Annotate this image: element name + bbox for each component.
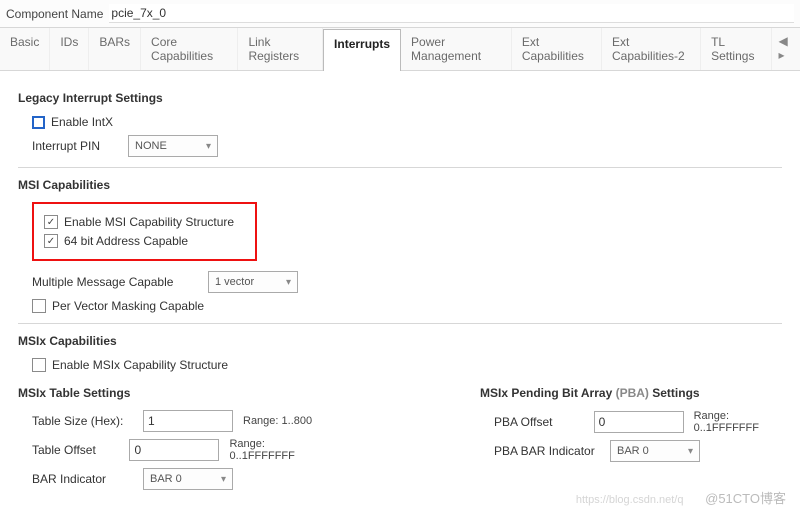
- msix-pba-title-paren: (PBA): [616, 386, 649, 400]
- interrupt-pin-label: Interrupt PIN: [32, 139, 122, 153]
- enable-intx-checkbox[interactable]: [32, 116, 45, 129]
- enable-msix-cap-label: Enable MSIx Capability Structure: [52, 358, 228, 372]
- msix-pba-section-title: MSIx Pending Bit Array (PBA) Settings: [480, 386, 782, 400]
- tab-basic[interactable]: Basic: [0, 28, 50, 70]
- tab-ext-capabilities-2[interactable]: Ext Capabilities-2: [602, 28, 701, 70]
- pba-bar-indicator-select[interactable]: BAR 0 ▾: [610, 440, 700, 462]
- pba-offset-label: PBA Offset: [494, 415, 588, 429]
- msi-64bit-label: 64 bit Address Capable: [64, 234, 188, 248]
- legacy-section-title: Legacy Interrupt Settings: [18, 91, 782, 105]
- enable-msi-cap-label: Enable MSI Capability Structure: [64, 215, 234, 229]
- tabs-bar: Basic IDs BARs Core Capabilities Link Re…: [0, 28, 800, 71]
- bar-indicator-value: BAR 0: [150, 473, 182, 485]
- chevron-down-icon: ▾: [286, 277, 291, 288]
- msi-highlight-box: Enable MSI Capability Structure 64 bit A…: [32, 202, 257, 261]
- table-size-label: Table Size (Hex):: [32, 414, 137, 428]
- msix-pba-title-suffix: Settings: [649, 386, 700, 400]
- interrupt-pin-value: NONE: [135, 140, 167, 152]
- multi-message-value: 1 vector: [215, 276, 254, 288]
- multi-message-select[interactable]: 1 vector ▾: [208, 271, 298, 293]
- tab-ext-capabilities[interactable]: Ext Capabilities: [512, 28, 602, 70]
- tab-bars[interactable]: BARs: [89, 28, 141, 70]
- pba-bar-indicator-value: BAR 0: [617, 445, 649, 457]
- interrupt-pin-select[interactable]: NONE ▾: [128, 135, 218, 157]
- multi-message-label: Multiple Message Capable: [32, 275, 202, 289]
- bar-indicator-select[interactable]: BAR 0 ▾: [143, 468, 233, 490]
- msi-64bit-checkbox[interactable]: [44, 234, 58, 248]
- tab-interrupts[interactable]: Interrupts: [323, 29, 401, 71]
- component-name-input[interactable]: pcie_7x_0: [109, 4, 794, 23]
- chevron-down-icon: ▾: [221, 474, 226, 485]
- msix-section-title: MSIx Capabilities: [18, 334, 782, 348]
- per-vector-mask-checkbox[interactable]: [32, 299, 46, 313]
- pba-offset-input[interactable]: [594, 411, 684, 433]
- tab-tl-settings[interactable]: TL Settings: [701, 28, 772, 70]
- chevron-down-icon: ▾: [206, 141, 211, 152]
- bar-indicator-label: BAR Indicator: [32, 472, 137, 486]
- table-offset-label: Table Offset: [32, 443, 123, 457]
- tabs-scroll-right-icon[interactable]: ◀ ▸: [772, 28, 800, 70]
- enable-intx-label: Enable IntX: [51, 115, 113, 129]
- msix-pba-title-prefix: MSIx Pending Bit Array: [480, 386, 616, 400]
- tab-ids[interactable]: IDs: [50, 28, 89, 70]
- tab-core-capabilities[interactable]: Core Capabilities: [141, 28, 238, 70]
- enable-msi-cap-checkbox[interactable]: [44, 215, 58, 229]
- enable-msix-cap-checkbox[interactable]: [32, 358, 46, 372]
- chevron-down-icon: ▾: [688, 446, 693, 457]
- pba-bar-indicator-label: PBA BAR Indicator: [494, 444, 604, 458]
- tab-link-registers[interactable]: Link Registers: [238, 28, 323, 70]
- per-vector-mask-label: Per Vector Masking Capable: [52, 299, 204, 313]
- table-offset-range: Range: 0..1FFFFFFF: [229, 438, 320, 462]
- table-size-range: Range: 1..800: [243, 415, 312, 427]
- msix-table-section-title: MSIx Table Settings: [18, 386, 320, 400]
- component-name-label: Component Name: [6, 7, 103, 21]
- msi-section-title: MSI Capabilities: [18, 178, 782, 192]
- table-offset-input[interactable]: [129, 439, 219, 461]
- pba-offset-range: Range: 0..1FFFFFFF: [694, 410, 782, 434]
- table-size-input[interactable]: [143, 410, 233, 432]
- tab-power-management[interactable]: Power Management: [401, 28, 512, 70]
